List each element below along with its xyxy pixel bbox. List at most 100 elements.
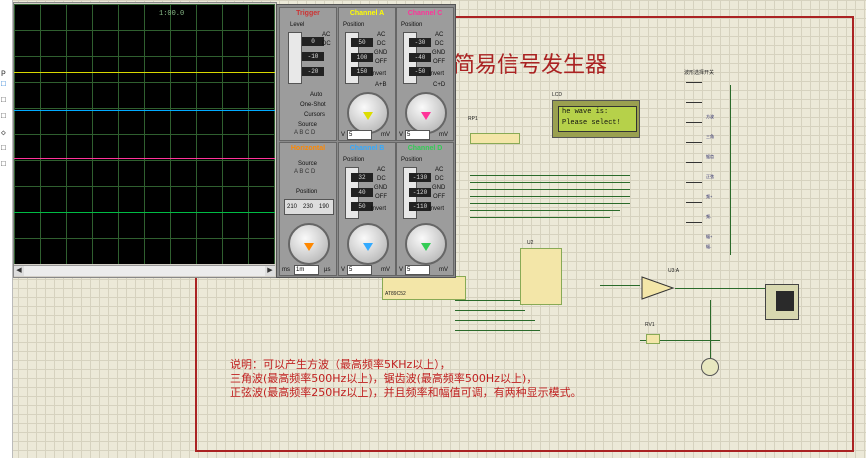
channel-a-value: 50 (351, 38, 373, 47)
horizontal-value: 210 (287, 204, 298, 210)
u2-dac-chip[interactable] (520, 248, 562, 305)
wire (455, 330, 540, 331)
channel-d-invert[interactable]: Invert (429, 206, 444, 212)
channel-d-position-label: Position (401, 157, 423, 163)
cursors-button[interactable]: Cursors (304, 112, 325, 118)
switch-1[interactable] (686, 82, 702, 87)
rv1-potentiometer[interactable] (646, 334, 660, 344)
channel-b-knob[interactable] (347, 223, 389, 265)
wire (675, 288, 765, 289)
schematic-title: 简易信号发生器 (453, 53, 608, 78)
horizontal-position-display[interactable]: 210 230 190 (284, 199, 334, 215)
channel-b-ac[interactable]: AC (377, 167, 385, 173)
wire (470, 203, 630, 204)
channel-c-cplusd[interactable]: C+D (433, 82, 445, 88)
channel-a-aplusb[interactable]: A+B (375, 82, 387, 88)
wire (470, 210, 620, 211)
channel-a-value: 150 (351, 67, 373, 76)
trigger-dc[interactable]: DC (322, 41, 331, 47)
horizontal-us: µs (324, 267, 331, 273)
channel-d-ac[interactable]: AC (435, 167, 443, 173)
channel-c-div[interactable]: 5 (405, 130, 430, 140)
switch-8[interactable] (686, 222, 702, 227)
channel-b-invert[interactable]: Invert (371, 206, 386, 212)
horizontal-knob[interactable] (288, 223, 330, 265)
channel-d-div[interactable]: 5 (405, 265, 430, 275)
channel-c-invert[interactable]: Invert (429, 71, 444, 77)
cpu-chip[interactable]: AT89C52 (382, 276, 466, 300)
channel-d-knob[interactable] (405, 223, 447, 265)
side-glyph: P (1, 70, 6, 79)
channel-b-value: 32 (351, 173, 373, 182)
channel-c-title: Channel C (407, 10, 443, 17)
oscilloscope-instrument[interactable] (765, 284, 799, 320)
level-value: -10 (302, 52, 324, 61)
switch-5[interactable] (686, 162, 702, 167)
trigger-source-letters[interactable]: A B C D (294, 130, 315, 136)
u2-label: U2 (527, 240, 534, 246)
channel-a-ac[interactable]: AC (377, 32, 385, 38)
channel-c-position-label: Position (401, 22, 423, 28)
one-shot-button[interactable]: One-Shot (300, 102, 326, 108)
auto-button[interactable]: Auto (310, 92, 322, 98)
switch-bank-label: 波形选择开关 (684, 70, 715, 76)
horizontal-title: Horizontal (290, 145, 326, 152)
channel-c-gnd[interactable]: GND (432, 50, 445, 56)
channel-b-dc[interactable]: DC (377, 176, 386, 182)
channel-a-invert[interactable]: Invert (371, 71, 386, 77)
level-slider[interactable] (288, 32, 302, 84)
button-label: 方波 (706, 114, 714, 119)
wire (470, 182, 630, 183)
scope-control-panel: Trigger Level 0 -10 -20 AC DC Auto One-S… (276, 4, 456, 278)
channel-c-dc[interactable]: DC (435, 41, 444, 47)
channel-a-knob[interactable] (347, 92, 389, 134)
channel-d-title: Channel D (407, 145, 443, 152)
channel-c-unit: mV (439, 132, 448, 138)
channel-a-div[interactable]: 5 (347, 130, 372, 140)
switch-6[interactable] (686, 182, 702, 187)
channel-b-value: 40 (351, 188, 373, 197)
wire (455, 300, 520, 301)
channel-a-knob-indicator (363, 112, 373, 120)
channel-c-off[interactable]: OFF (433, 59, 445, 65)
switch-4[interactable] (686, 142, 702, 147)
horizontal-div[interactable]: 1m (294, 265, 319, 275)
button-label: 频+ (706, 194, 713, 199)
scroll-right-icon[interactable]: ▶ (265, 266, 275, 276)
side-glyph: □ (1, 160, 6, 169)
trigger-title: Trigger (296, 10, 320, 17)
wire (470, 217, 610, 218)
button-label: 正弦 (706, 174, 714, 179)
horizontal-source-letters[interactable]: A B C D (294, 169, 315, 175)
switch-7[interactable] (686, 202, 702, 207)
lcd-module[interactable]: he wave is: Please select! (552, 100, 640, 138)
scope-horizontal-scrollbar[interactable]: ◀ ▶ (14, 265, 275, 276)
channel-d-off[interactable]: OFF (433, 194, 445, 200)
channel-d-gnd[interactable]: GND (432, 185, 445, 191)
channel-b-div[interactable]: 5 (347, 265, 372, 275)
opamp-symbol[interactable] (640, 275, 675, 301)
trace-channel-d (14, 212, 275, 213)
channel-d-dc[interactable]: DC (435, 176, 444, 182)
channel-b-off[interactable]: OFF (375, 194, 387, 200)
horizontal-knob-indicator (304, 243, 314, 251)
scroll-left-icon[interactable]: ◀ (14, 266, 24, 276)
channel-a-dc[interactable]: DC (377, 41, 386, 47)
channel-d-value: -110 (409, 202, 431, 211)
channel-c-knob[interactable] (405, 92, 447, 134)
voltmeter-probe[interactable] (701, 358, 719, 376)
trigger-ac[interactable]: AC (322, 32, 330, 38)
channel-a-gnd[interactable]: GND (374, 50, 387, 56)
switch-3[interactable] (686, 122, 702, 127)
channel-d-v: V (399, 267, 404, 273)
wire (600, 285, 640, 286)
oscilloscope-screen[interactable]: 1:00.0 (14, 4, 275, 264)
channel-a-off[interactable]: OFF (375, 59, 387, 65)
description-text: 说明：可以产生方波（最高频率5KHz以上）， 三角波(最高频率500Hz以上)，… (230, 358, 582, 400)
channel-b-gnd[interactable]: GND (374, 185, 387, 191)
switch-2[interactable] (686, 102, 702, 107)
channel-a-position-label: Position (343, 22, 365, 28)
channel-c-ac[interactable]: AC (435, 32, 443, 38)
level-value: -20 (302, 67, 324, 76)
rp1-resistor-pack[interactable] (470, 133, 520, 144)
